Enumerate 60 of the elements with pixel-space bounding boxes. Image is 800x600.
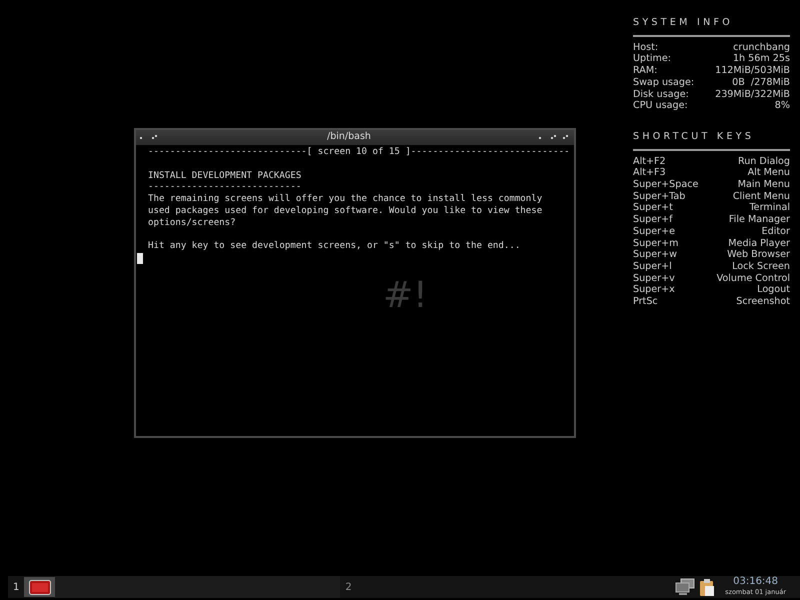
shortcut-key: Super+m	[633, 238, 678, 250]
workspace-label[interactable]: 1	[8, 580, 24, 594]
info-label: Disk usage:	[633, 88, 689, 100]
shortcut-key: Alt+F2	[633, 156, 666, 168]
section-heading: SHORTCUT KEYS	[633, 130, 790, 151]
info-value: 0B /278MiB	[732, 76, 790, 89]
shortcut-action: Logout	[757, 284, 790, 296]
shortcut-key: Super+x	[633, 284, 675, 296]
shade-icon[interactable]	[152, 135, 159, 140]
clock-time: 03:16:48	[732, 577, 780, 587]
info-label: CPU usage:	[633, 100, 688, 112]
terminal-line: INSTALL DEVELOPMENT PACKAGES	[148, 170, 302, 182]
window-title: /bin/bash	[326, 130, 372, 144]
shortcut-action: Lock Screen	[732, 260, 790, 273]
shortcut-action: Volume Control	[716, 272, 790, 284]
shortcut-action: Main Menu	[738, 179, 790, 191]
close-icon[interactable]	[563, 135, 570, 140]
shortcut-action: Editor	[762, 226, 790, 238]
info-value: crunchbang	[733, 42, 790, 54]
section-heading: SYSTEM INFO	[633, 17, 790, 37]
terminal-line: options/screens?	[148, 218, 237, 230]
shortcut-key: Super+w	[633, 249, 677, 261]
terminal-line: ----------------------------	[148, 182, 302, 194]
info-label: RAM:	[633, 65, 658, 77]
taskbar-app-button[interactable]	[24, 577, 56, 597]
shortcut-action: Terminal	[749, 202, 790, 214]
shortcut-action: File Manager	[728, 214, 790, 226]
shortcut-key: Super+t	[633, 202, 673, 214]
shortcut-action: Client Menu	[732, 190, 790, 202]
maximize-icon[interactable]	[551, 135, 558, 140]
clipboard-icon[interactable]	[699, 578, 716, 596]
text-cursor	[137, 253, 143, 264]
shortcut-key: Super+Tab	[633, 190, 686, 202]
workspace-label[interactable]: 2	[340, 580, 357, 594]
info-label: Uptime:	[633, 53, 672, 66]
info-label: Swap usage:	[633, 76, 694, 89]
terminal-app-icon	[28, 580, 51, 594]
shortcut-action: Media Player	[728, 238, 790, 250]
shortcut-key: PrtSc	[633, 296, 658, 308]
shortcut-action: Alt Menu	[748, 167, 790, 180]
network-icon[interactable]	[675, 578, 696, 596]
shortcut-action: Run Dialog	[738, 156, 790, 168]
terminal-line: Hit any key to see development screens, or "s" to skip to the end...	[148, 241, 522, 254]
terminal-line: The remaining screens will offer you the chance to install less commonly	[148, 194, 544, 206]
shortcut-action: Web Browser	[727, 249, 790, 261]
desktop-logo: #!	[383, 276, 428, 316]
shortcut-key: Super+v	[633, 272, 675, 284]
terminal-line: -----------------------------[ screen 10 of 15 ]-----------------------------	[148, 147, 571, 159]
info-value: 1h 56m 25s	[732, 53, 790, 66]
shortcut-key: Alt+F3	[633, 167, 666, 180]
shortcut-key: Super+l	[633, 260, 672, 273]
shortcut-key: Super+e	[633, 226, 676, 238]
info-value: 239MiB/322MiB	[715, 88, 790, 100]
terminal-line: used packages used for developing software. Would you like to view these	[148, 206, 544, 218]
shortcut-action: Screenshot	[736, 296, 790, 308]
info-value: 112MiB/503MiB	[715, 65, 790, 77]
info-label: Host:	[633, 42, 658, 54]
info-value: 8%	[774, 100, 790, 112]
shortcut-key: Super+Space	[633, 179, 698, 191]
shortcut-key: Super+f	[633, 214, 673, 226]
